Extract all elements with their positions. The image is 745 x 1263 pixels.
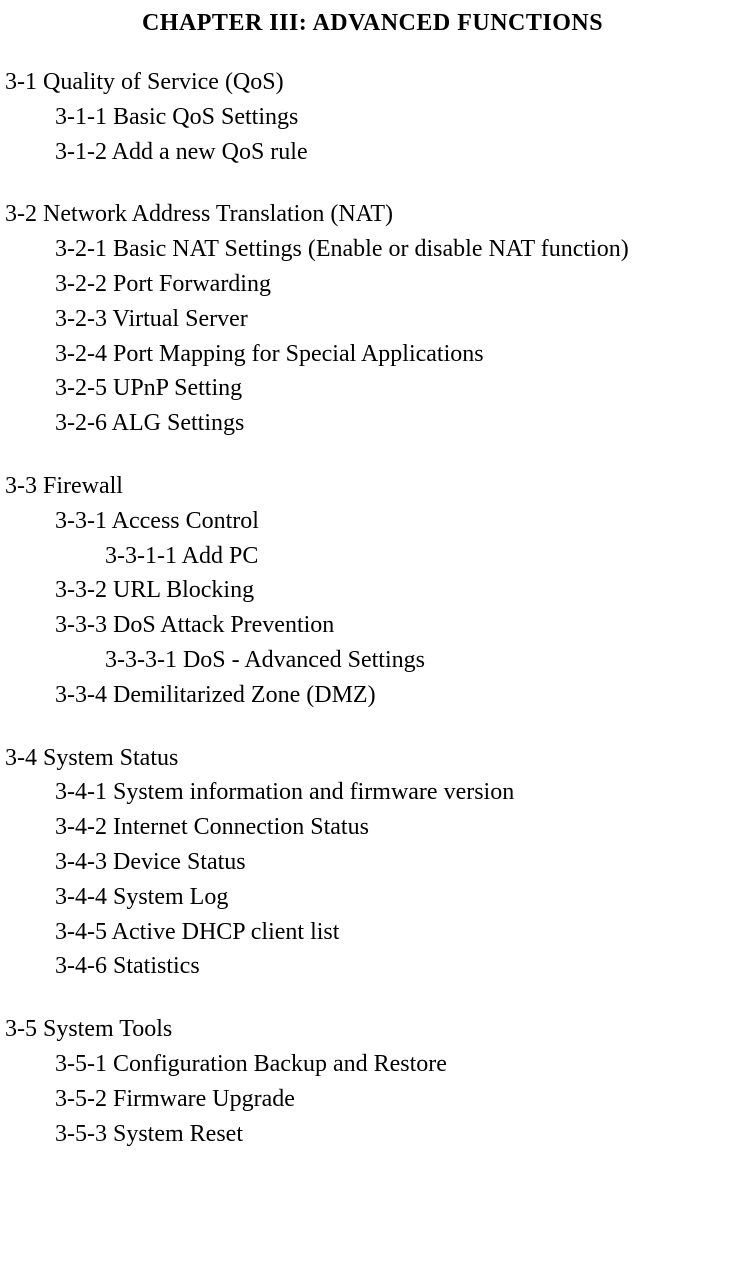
toc-section-heading: 3-1 Quality of Service (QoS) [5,65,740,100]
toc-entry: 3-2-4 Port Mapping for Special Applicati… [55,337,740,372]
toc-entry: 3-1-1 Basic QoS Settings [55,100,740,135]
toc-section-heading: 3-5 System Tools [5,1012,740,1047]
toc-section: 3-5 System Tools3-5-1 Configuration Back… [5,1012,740,1151]
toc-entry: 3-5-1 Configuration Backup and Restore [55,1047,740,1082]
toc-section: 3-2 Network Address Translation (NAT)3-2… [5,197,740,441]
toc-entry: 3-3-3-1 DoS - Advanced Settings [105,643,740,678]
toc-entry: 3-4-3 Device Status [55,845,740,880]
toc-section: 3-4 System Status3-4-1 System informatio… [5,741,740,985]
toc-entry: 3-1-2 Add a new QoS rule [55,135,740,170]
toc-entry: 3-2-3 Virtual Server [55,302,740,337]
toc-entry: 3-2-1 Basic NAT Settings (Enable or disa… [55,232,740,267]
toc-section: 3-3 Firewall3-3-1 Access Control3-3-1-1 … [5,469,740,713]
toc-entry: 3-2-5 UPnP Setting [55,371,740,406]
toc-entry: 3-4-1 System information and firmware ve… [55,775,740,810]
toc-entry: 3-5-2 Firmware Upgrade [55,1082,740,1117]
chapter-title: CHAPTER III: ADVANCED FUNCTIONS [5,10,740,37]
toc-entry: 3-2-2 Port Forwarding [55,267,740,302]
toc-entry: 3-4-5 Active DHCP client list [55,915,740,950]
toc-entry: 3-5-3 System Reset [55,1117,740,1152]
toc-section-heading: 3-4 System Status [5,741,740,776]
toc-section-heading: 3-3 Firewall [5,469,740,504]
toc-section: 3-1 Quality of Service (QoS)3-1-1 Basic … [5,65,740,169]
toc-entry: 3-3-1 Access Control [55,504,740,539]
toc-entry: 3-3-3 DoS Attack Prevention [55,608,740,643]
toc-entry: 3-4-4 System Log [55,880,740,915]
toc-entry: 3-4-6 Statistics [55,949,740,984]
toc-section-heading: 3-2 Network Address Translation (NAT) [5,197,740,232]
toc-entry: 3-3-1-1 Add PC [105,539,740,574]
toc-entry: 3-3-4 Demilitarized Zone (DMZ) [55,678,740,713]
toc-entry: 3-4-2 Internet Connection Status [55,810,740,845]
toc-entry: 3-3-2 URL Blocking [55,573,740,608]
toc-entry: 3-2-6 ALG Settings [55,406,740,441]
toc-container: 3-1 Quality of Service (QoS)3-1-1 Basic … [5,65,740,1151]
